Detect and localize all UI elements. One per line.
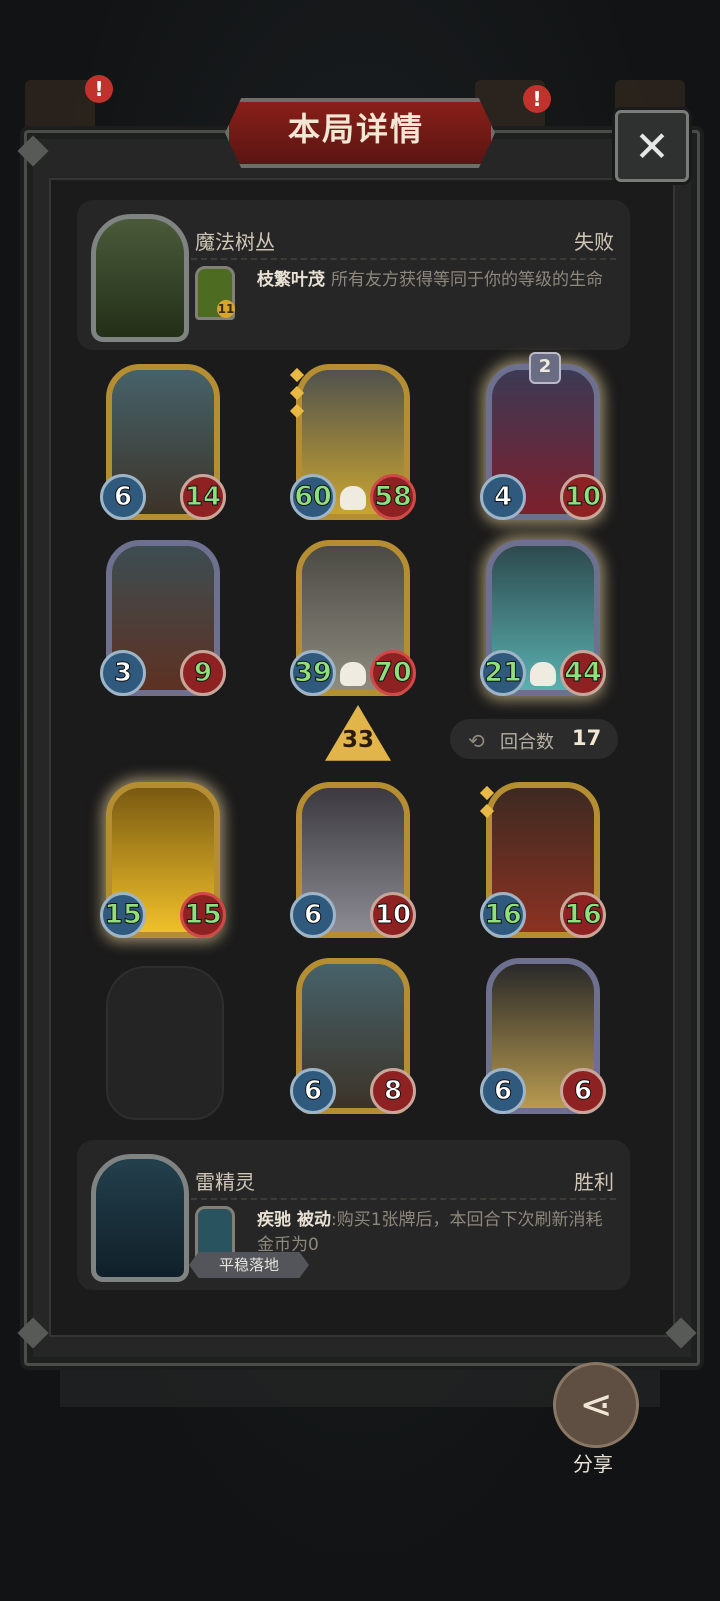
attack-stat: 39 <box>290 650 336 696</box>
turn-counter: ⟲ 回合数 17 <box>450 719 618 759</box>
player-name: 雷精灵 <box>195 1170 255 1194</box>
opponent-card-5[interactable]: 39 70 <box>290 540 416 696</box>
player-avatar <box>91 1154 189 1282</box>
turn-value: 17 <box>572 726 602 750</box>
attack-stat: 60 <box>290 474 336 520</box>
player-skill-type: 被动 <box>297 1210 331 1230</box>
player-skill-name: 疾驰 <box>257 1210 291 1230</box>
page-title: 本局详情 <box>287 110 424 148</box>
attack-stat: 6 <box>290 1068 336 1114</box>
share-label: 分享 <box>573 1452 613 1476</box>
opponent-skill-name: 枝繁叶茂 <box>257 270 325 290</box>
attack-stat: 4 <box>480 474 526 520</box>
skull-icon <box>340 486 366 510</box>
health-stat: 6 <box>560 1068 606 1114</box>
health-stat: 10 <box>370 892 416 938</box>
opponent-skill-text: 枝繁叶茂 所有友方获得等同于你的等级的生命 <box>257 268 614 293</box>
attack-stat: 21 <box>480 650 526 696</box>
player-skill-text: 疾驰 被动:购买1张牌后，本回合下次刷新消耗金币为0 <box>257 1208 614 1258</box>
opponent-card-3[interactable]: 2 4 10 <box>480 352 606 520</box>
attack-stat: 6 <box>100 474 146 520</box>
opponent-summary: 魔法树丛 失败 11 枝繁叶茂 所有友方获得等同于你的等级的生命 <box>77 200 630 350</box>
health-stat: 14 <box>180 474 226 520</box>
opponent-card-2[interactable]: 60 58 <box>289 364 416 520</box>
attack-stat: 6 <box>290 892 336 938</box>
divider <box>191 1198 616 1200</box>
share-icon: ⋖ <box>579 1382 613 1428</box>
notification-dot: ! <box>523 85 551 113</box>
refresh-icon: ⟲ <box>468 729 485 753</box>
close-icon: ✕ <box>634 121 670 171</box>
health-stat: 44 <box>560 650 606 696</box>
player-card-3[interactable]: 16 16 <box>479 782 606 938</box>
close-button[interactable]: ✕ <box>615 110 689 182</box>
turn-label: 回合数 <box>500 732 554 753</box>
health-stat: 15 <box>180 892 226 938</box>
player-tag: 平稳落地 <box>189 1252 309 1278</box>
share-button[interactable]: ⋖ <box>553 1362 639 1448</box>
opponent-card-1[interactable]: 6 14 <box>100 364 226 520</box>
player-summary: 雷精灵 胜利 疾驰 被动:购买1张牌后，本回合下次刷新消耗金币为0 平稳落地 <box>77 1140 630 1290</box>
damage-indicator: 33 <box>325 705 391 767</box>
damage-value: 33 <box>341 727 374 753</box>
player-skill-icon[interactable] <box>195 1206 235 1260</box>
health-stat: 58 <box>370 474 416 520</box>
attack-stat: 15 <box>100 892 146 938</box>
health-stat: 16 <box>560 892 606 938</box>
opponent-skill-desc: 所有友方获得等同于你的等级的生命 <box>331 270 603 290</box>
player-card-2[interactable]: 6 10 <box>290 782 416 938</box>
player-result: 胜利 <box>574 1170 614 1194</box>
opponent-avatar <box>91 214 189 342</box>
golden-stars <box>289 367 305 424</box>
attack-stat: 3 <box>100 650 146 696</box>
attack-stat: 16 <box>480 892 526 938</box>
opponent-name: 魔法树丛 <box>195 230 275 254</box>
health-stat: 8 <box>370 1068 416 1114</box>
opponent-result: 失败 <box>574 230 614 254</box>
golden-stars <box>479 785 495 824</box>
skill-level-badge: 11 <box>217 300 235 318</box>
opponent-card-4[interactable]: 3 9 <box>100 540 226 696</box>
health-stat: 9 <box>180 650 226 696</box>
skull-icon <box>530 662 556 686</box>
health-stat: 10 <box>560 474 606 520</box>
card-level-badge: 2 <box>529 352 561 384</box>
divider <box>191 258 616 260</box>
health-stat: 70 <box>370 650 416 696</box>
opponent-card-6[interactable]: 21 44 <box>480 540 606 696</box>
player-card-4[interactable]: 6 8 <box>290 958 416 1114</box>
notification-dot: ! <box>85 75 113 103</box>
player-card-5[interactable]: 6 6 <box>480 958 606 1114</box>
skull-icon <box>340 662 366 686</box>
player-card-1[interactable]: 15 15 <box>100 782 226 938</box>
attack-stat: 6 <box>480 1068 526 1114</box>
empty-card-slot <box>106 966 224 1120</box>
